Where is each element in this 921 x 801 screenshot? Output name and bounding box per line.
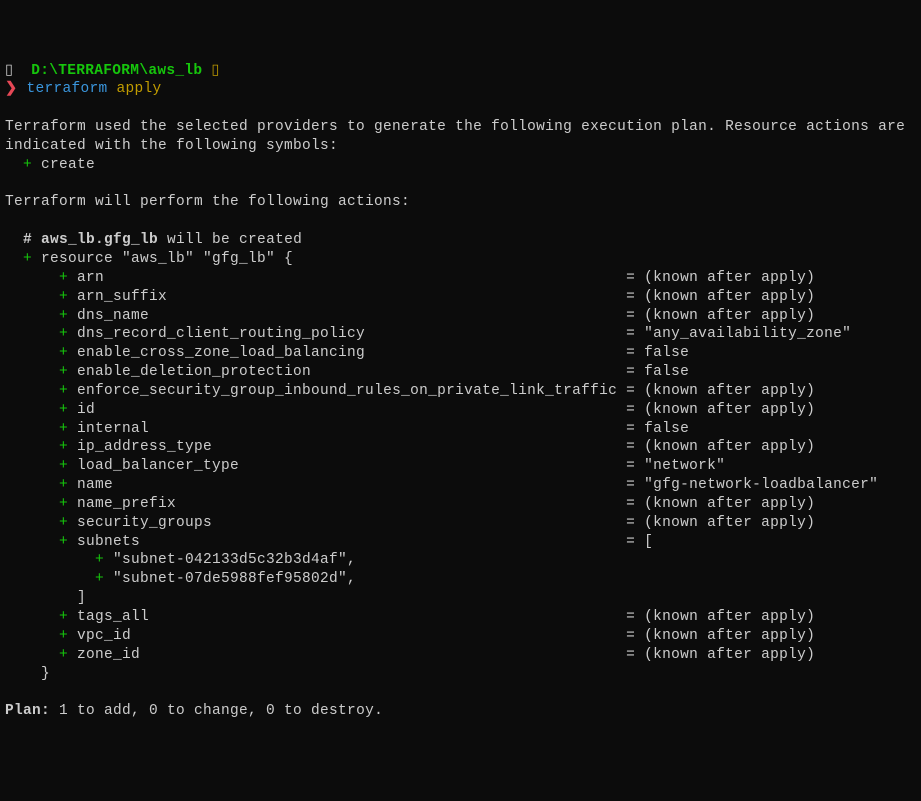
attr-name_prefix: name_prefix = (known after apply)	[68, 496, 815, 512]
plus-icon: +	[5, 628, 68, 644]
plus-icon: +	[5, 496, 68, 512]
actions-header: Terraform will perform the following act…	[5, 194, 410, 210]
plus-icon: +	[5, 477, 68, 493]
attr-line: + zone_id = (known after apply)	[5, 646, 916, 665]
plus-icon: +	[5, 308, 68, 324]
plus-icon: +	[5, 364, 68, 380]
intro-line-1: Terraform used the selected providers to…	[5, 118, 916, 137]
subnets-close-line: ]	[5, 589, 916, 608]
plus-icon: +	[5, 402, 68, 418]
attr-enable_deletion_protection: enable_deletion_protection = false	[68, 364, 689, 380]
attr-line: + arn_suffix = (known after apply)	[5, 288, 916, 307]
prompt-arrow: ❯	[5, 81, 17, 97]
attr-line: + dns_name = (known after apply)	[5, 307, 916, 326]
attr-line: + arn = (known after apply)	[5, 269, 916, 288]
attr-ip_address_type: ip_address_type = (known after apply)	[68, 439, 815, 455]
attr-line: + id = (known after apply)	[5, 401, 916, 420]
attr-line: + internal = false	[5, 420, 916, 439]
plus-icon: +	[5, 647, 68, 663]
attr-zone_id: zone_id = (known after apply)	[68, 647, 815, 663]
attr-subnets: subnets = [	[68, 534, 653, 550]
attr-line: + name_prefix = (known after apply)	[5, 495, 916, 514]
intro-line-2: indicated with the following symbols:	[5, 137, 916, 156]
command-name[interactable]: terraform	[26, 81, 107, 97]
attr-line: + tags_all = (known after apply)	[5, 608, 916, 627]
plus-icon: +	[5, 439, 68, 455]
attr-arn_suffix: arn_suffix = (known after apply)	[68, 289, 815, 305]
attr-security_groups: security_groups = (known after apply)	[68, 515, 815, 531]
plus-icon: +	[5, 289, 68, 305]
attr-name: name = "gfg-network-loadbalancer"	[68, 477, 878, 493]
resource-name: aws_lb.gfg_lb	[41, 232, 158, 248]
attr-line: + vpc_id = (known after apply)	[5, 627, 916, 646]
subnet-2: "subnet-07de5988fef95802d",	[104, 571, 356, 587]
command-arg[interactable]: apply	[117, 81, 162, 97]
attr-line: + dns_record_client_routing_policy = "an…	[5, 325, 916, 344]
plus-icon: +	[5, 326, 68, 342]
resource-open: + resource "aws_lb" "gfg_lb" {	[5, 250, 916, 269]
close-brace: }	[5, 665, 916, 684]
subnets-close: ]	[5, 590, 86, 606]
attr-line: + enable_cross_zone_load_balancing = fal…	[5, 344, 916, 363]
plus-icon: +	[5, 571, 104, 587]
attr-line: + load_balancer_type = "network"	[5, 457, 916, 476]
plus-icon: +	[5, 515, 68, 531]
actions-header-line: Terraform will perform the following act…	[5, 193, 916, 212]
terminal-output: ▯ D:\TERRAFORM\aws_lb ▯❯ terraform apply…	[5, 62, 916, 722]
plus-icon: +	[5, 345, 68, 361]
attr-line: + ip_address_type = (known after apply)	[5, 438, 916, 457]
prompt-line-1: ▯ D:\TERRAFORM\aws_lb ▯	[5, 62, 916, 81]
attr-line: + name = "gfg-network-loadbalancer"	[5, 476, 916, 495]
plus-icon: +	[5, 421, 68, 437]
attr-line: + enable_deletion_protection = false	[5, 363, 916, 382]
subnet-line-2: + "subnet-07de5988fef95802d",	[5, 570, 916, 589]
attr-load_balancer_type: load_balancer_type = "network"	[68, 458, 725, 474]
prompt-line-2: ❯ terraform apply	[5, 80, 916, 99]
plus-icon: +	[5, 458, 68, 474]
attr-id: id = (known after apply)	[68, 402, 815, 418]
create-legend: + create	[5, 156, 916, 175]
subnets-open: + subnets = [	[5, 533, 916, 552]
attr-line: + enforce_security_group_inbound_rules_o…	[5, 382, 916, 401]
plan-label: Plan:	[5, 703, 50, 719]
attr-dns_name: dns_name = (known after apply)	[68, 308, 815, 324]
subnet-1: "subnet-042133d5c32b3d4af",	[104, 552, 356, 568]
subnet-line-1: + "subnet-042133d5c32b3d4af",	[5, 551, 916, 570]
resource-declaration: resource "aws_lb" "gfg_lb" {	[32, 251, 293, 267]
attr-enable_cross_zone_load_balancing: enable_cross_zone_load_balancing = false	[68, 345, 689, 361]
attr-tags_all: tags_all = (known after apply)	[68, 609, 815, 625]
plus-icon: +	[5, 552, 104, 568]
attr-vpc_id: vpc_id = (known after apply)	[68, 628, 815, 644]
prompt-path: D:\TERRAFORM\aws_lb	[31, 63, 202, 79]
plus-icon: +	[5, 534, 68, 550]
prompt-cursor: ▯	[211, 63, 219, 79]
create-symbol: +	[5, 157, 32, 173]
attr-arn: arn = (known after apply)	[68, 270, 815, 286]
plan-summary: Plan: 1 to add, 0 to change, 0 to destro…	[5, 702, 916, 721]
plus-icon: +	[5, 383, 68, 399]
resource-comment: # aws_lb.gfg_lb will be created	[5, 231, 916, 250]
attr-internal: internal = false	[68, 421, 689, 437]
plan-text: 1 to add, 0 to change, 0 to destroy.	[50, 703, 383, 719]
create-text: create	[32, 157, 95, 173]
resource-close: }	[5, 666, 50, 682]
intro-text-1: Terraform used the selected providers to…	[5, 119, 905, 135]
attr-dns_record_client_routing_policy: dns_record_client_routing_policy = "any_…	[68, 326, 851, 342]
plus-icon: +	[5, 270, 68, 286]
plus-icon: +	[5, 251, 32, 267]
intro-text-2: indicated with the following symbols:	[5, 138, 338, 154]
attr-enforce_security_group_inbound_rules_on_private_link_traffic: enforce_security_group_inbound_rules_on_…	[68, 383, 815, 399]
plus-icon: +	[5, 609, 68, 625]
attr-line: + security_groups = (known after apply)	[5, 514, 916, 533]
